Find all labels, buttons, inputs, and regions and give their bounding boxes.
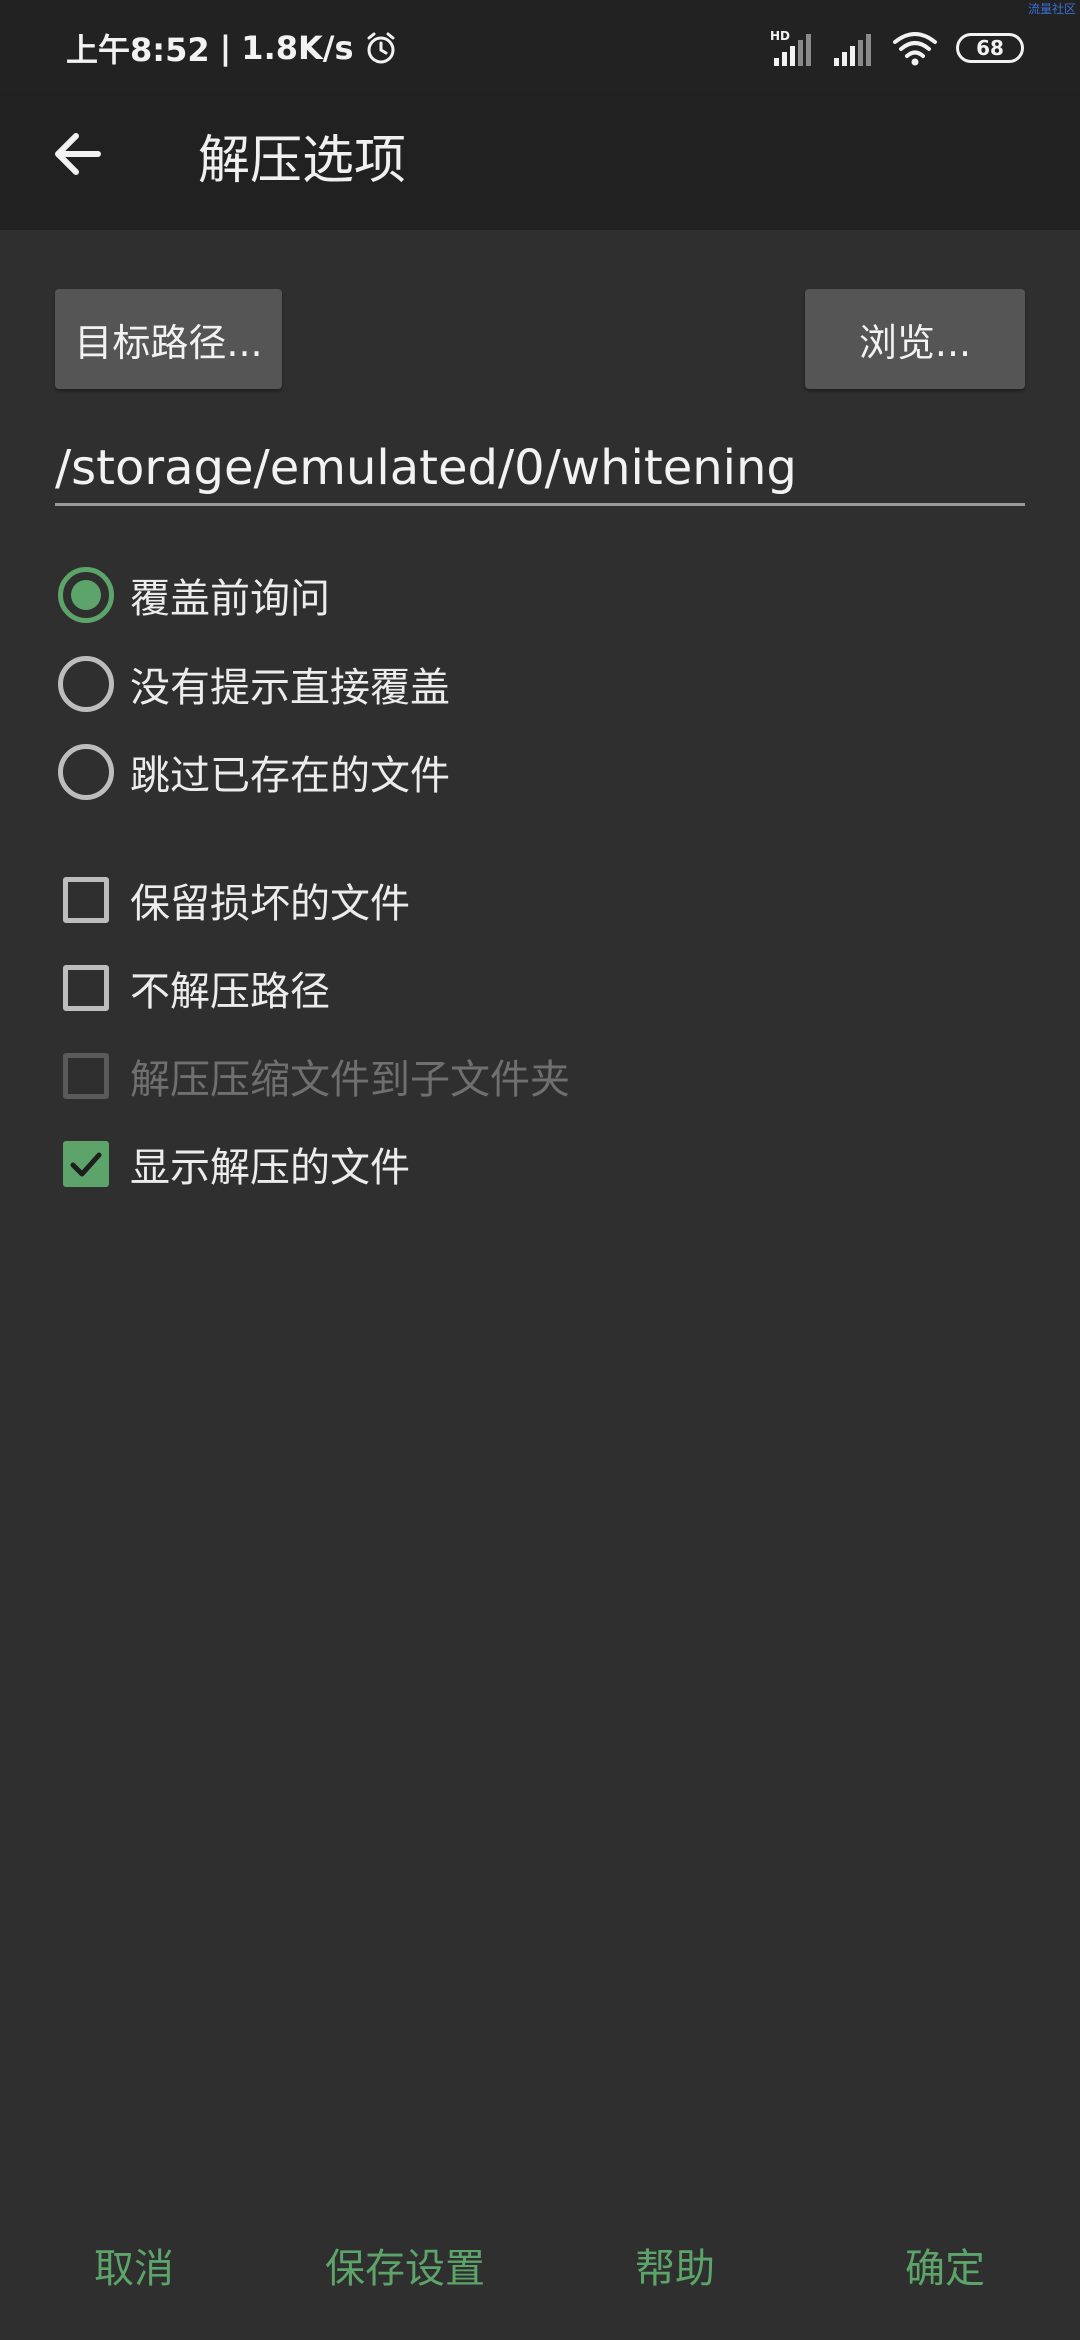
save-settings-button[interactable]: 保存设置: [315, 2220, 495, 2310]
status-bar: 上午8:52 | 1.8K/s HD 68 流量社区: [0, 0, 1080, 90]
check-icon: [70, 1152, 102, 1177]
radio-label: 跳过已存在的文件: [130, 753, 450, 799]
checkbox-no-path[interactable]: 不解压路径: [58, 958, 330, 1018]
checkbox-box: [63, 1141, 109, 1187]
watermark-text: 流量社区: [1027, 2, 1076, 16]
radio-ask-before-overwrite[interactable]: 覆盖前询问: [58, 565, 330, 625]
status-right: HD 68: [770, 28, 1024, 68]
app-bar: 解压选项: [0, 90, 1080, 230]
radio-button[interactable]: [58, 744, 114, 800]
page-title: 解压选项: [198, 131, 407, 191]
back-button[interactable]: [44, 120, 112, 188]
target-path-button[interactable]: 目标路径...: [55, 289, 282, 389]
checkbox[interactable]: [58, 960, 114, 1016]
status-net-speed: 1.8K/s: [241, 29, 354, 67]
radio-label: 覆盖前询问: [130, 576, 330, 622]
status-separator: |: [219, 29, 232, 67]
radio-button-checked[interactable]: [58, 567, 114, 623]
battery-level: 68: [976, 36, 1004, 60]
ok-button[interactable]: 确定: [880, 2220, 1010, 2310]
browse-button[interactable]: 浏览...: [805, 289, 1025, 389]
checkbox-box: [63, 965, 109, 1011]
cancel-button[interactable]: 取消: [64, 2220, 204, 2310]
checkbox-label: 解压压缩文件到子文件夹: [130, 1057, 570, 1103]
alarm-clock-icon: [367, 32, 395, 64]
radio-skip-existing[interactable]: 跳过已存在的文件: [58, 742, 450, 802]
checkbox-disabled: [58, 1048, 114, 1104]
bottom-action-bar: 取消 保存设置 帮助 确定: [0, 2220, 1080, 2310]
checkbox-box: [63, 1053, 109, 1099]
checkbox-show-extracted-files[interactable]: 显示解压的文件: [58, 1134, 410, 1194]
help-button[interactable]: 帮助: [610, 2220, 740, 2310]
checkbox-label: 保留损坏的文件: [130, 881, 410, 927]
status-time: 上午8:52: [66, 31, 210, 69]
status-left: 上午8:52 | 1.8K/s: [66, 26, 398, 70]
checkbox[interactable]: [58, 872, 114, 928]
hd-label: HD: [770, 29, 790, 43]
radio-label: 没有提示直接覆盖: [130, 665, 450, 711]
checkbox-checked[interactable]: [58, 1136, 114, 1192]
hd-signal-icon: HD: [770, 29, 811, 66]
battery-indicator: 68: [956, 33, 1024, 63]
checkbox-extract-to-subfolder: 解压压缩文件到子文件夹: [58, 1046, 570, 1106]
radio-button[interactable]: [58, 656, 114, 712]
arrow-back-icon: [55, 133, 101, 175]
signal-icon: [834, 34, 871, 66]
checkbox-label: 不解压路径: [130, 969, 330, 1015]
destination-path-input[interactable]: [55, 432, 1025, 506]
checkbox-keep-broken-files[interactable]: 保留损坏的文件: [58, 870, 410, 930]
radio-dot: [71, 580, 101, 610]
checkbox-box: [63, 877, 109, 923]
wifi-icon: [893, 32, 937, 66]
radio-overwrite-without-prompt[interactable]: 没有提示直接覆盖: [58, 654, 450, 714]
checkbox-label: 显示解压的文件: [130, 1145, 410, 1191]
